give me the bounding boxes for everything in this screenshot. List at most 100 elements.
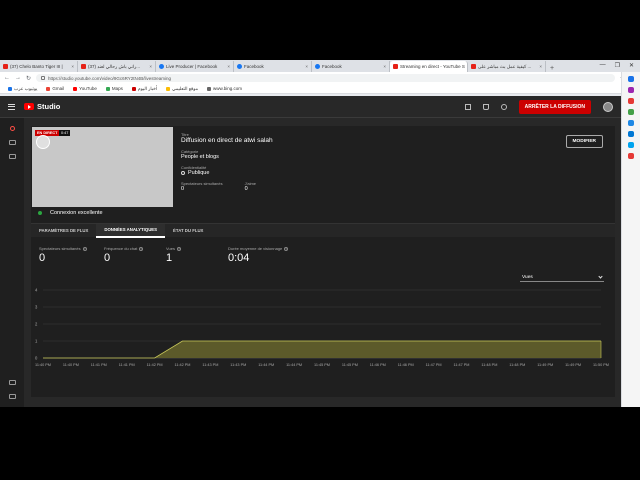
visibility-value: Publique xyxy=(188,170,210,176)
close-icon[interactable]: × xyxy=(149,64,152,69)
bookmark-item[interactable]: يوتيوب عرب xyxy=(8,86,37,92)
close-icon[interactable]: × xyxy=(383,64,386,69)
browser-tab-bar: (37) Chelo Banto Tiger III | × (37) راني ب… xyxy=(0,60,640,72)
bookmark-favicon-icon xyxy=(105,86,110,91)
reload-icon[interactable]: ↻ xyxy=(26,75,31,82)
bookmark-item[interactable]: موقع التعليمي xyxy=(166,86,198,92)
close-window-icon[interactable]: ✕ xyxy=(629,62,634,69)
maximize-icon[interactable]: ❐ xyxy=(615,62,620,69)
metric-label: Spectateurs simultanés xyxy=(39,246,81,251)
studio-top-bar: Studio ARRÊTER LA DIFFUSION xyxy=(0,96,621,118)
exit-icon[interactable] xyxy=(8,380,16,385)
outlook-icon[interactable] xyxy=(628,131,634,137)
bookmark-item[interactable]: YouTube xyxy=(73,86,97,91)
stream-tabs: PARAMÈTRES DE FLUX DONNÉES ANALYTIQUES ÉTA… xyxy=(31,223,615,238)
x-tick-label: 11:47 PM xyxy=(454,363,470,367)
preview-avatar xyxy=(36,135,50,149)
metric-value: 0:04 xyxy=(228,252,250,264)
help-icon[interactable]: ? xyxy=(176,246,181,251)
bookmark-item[interactable]: أخبار اليوم xyxy=(131,85,158,92)
youtube-studio: Studio ARRÊTER LA DIFFUSION EN DIRECT 0:… xyxy=(0,96,621,407)
bookmark-label: YouTube xyxy=(79,86,97,91)
hamburger-menu-icon[interactable] xyxy=(8,103,15,110)
close-icon[interactable]: × xyxy=(71,64,74,69)
stream-tab[interactable]: PARAMÈTRES DE FLUX xyxy=(31,224,96,238)
metric-value: 0 xyxy=(39,252,46,264)
x-tick-label: 11:44 PM xyxy=(286,363,302,367)
back-icon[interactable]: ← xyxy=(4,75,10,81)
metric-value: 0 xyxy=(104,252,111,264)
video-icon[interactable] xyxy=(464,103,471,110)
bookmark-item[interactable]: Maps xyxy=(105,86,123,91)
x-tick-label: 11:40 PM xyxy=(63,363,79,367)
x-tick-label: 11:41 PM xyxy=(91,363,107,367)
close-icon[interactable]: × xyxy=(305,64,308,69)
time-badge: 0:47 xyxy=(59,130,71,136)
browser-tab[interactable]: Streaming en direct - YouTube S× xyxy=(390,61,468,72)
metric-label-row: Fréquence du chat? xyxy=(104,246,166,251)
metric-card: Fréquence du chat? 0 xyxy=(104,246,166,264)
games-icon[interactable] xyxy=(628,109,634,115)
new-tab-button[interactable]: + xyxy=(546,65,558,72)
youtube-logo-icon xyxy=(24,103,34,110)
help-icon[interactable]: ? xyxy=(139,246,144,251)
address-bar: ← → ↻ https://studio.youtube.com/video/9… xyxy=(0,72,640,84)
help-icon[interactable]: ? xyxy=(284,246,289,251)
bookmarks-bar: يوتيوب عرب Gmail YouTube Maps أخبار اليوم موق… xyxy=(0,84,640,94)
browser-tab-label: Facebook xyxy=(322,64,342,69)
browser-tab[interactable]: (37) Chelo Banto Tiger III | × xyxy=(0,61,78,72)
minimize-icon[interactable]: — xyxy=(600,62,606,69)
manage-icon[interactable] xyxy=(8,154,16,159)
stream-tab[interactable]: ÉTAT DU FLUX xyxy=(165,224,211,238)
browser-tab[interactable]: كيفية عمل بث مباشر على ... × xyxy=(468,61,546,72)
x-tick-label: 11:43 PM xyxy=(230,363,246,367)
stream-tab[interactable]: DONNÉES ANALYTIQUES xyxy=(96,223,166,238)
extension-icon[interactable] xyxy=(628,87,634,93)
close-icon[interactable]: × xyxy=(539,64,542,69)
browser-tab[interactable]: Facebook × xyxy=(312,61,390,72)
office-icon[interactable] xyxy=(628,120,634,126)
avatar[interactable] xyxy=(603,101,613,112)
skype-icon[interactable] xyxy=(628,142,634,148)
stream-panel: EN DIRECT 0:47 Titre Diffusion en direct… xyxy=(31,126,615,397)
bookmark-icon[interactable] xyxy=(482,103,489,110)
tools-icon[interactable] xyxy=(628,98,634,104)
url-input[interactable]: https://studio.youtube.com/video/9Gc6RY2… xyxy=(36,74,615,82)
modify-button[interactable]: MODIFIER xyxy=(565,135,603,148)
globe-icon xyxy=(181,171,185,175)
share-icon[interactable] xyxy=(500,103,507,110)
bookmark-label: أخبار اليوم xyxy=(137,85,158,91)
end-stream-button[interactable]: ARRÊTER LA DIFFUSION xyxy=(518,99,591,114)
y-tick-label: 2 xyxy=(35,322,38,327)
youtube-icon[interactable] xyxy=(628,153,634,159)
studio-logo[interactable]: Studio xyxy=(24,102,60,111)
lock-icon xyxy=(41,76,46,80)
bookmark-favicon-icon xyxy=(166,86,171,91)
stream-preview[interactable]: EN DIRECT 0:47 xyxy=(32,127,173,207)
metric-value: 1 xyxy=(166,252,173,264)
live-icon[interactable] xyxy=(9,126,15,131)
likes-value: 0 xyxy=(244,186,248,192)
browser-tab[interactable]: Facebook × xyxy=(234,61,312,72)
camera-icon[interactable] xyxy=(8,140,16,145)
browser-tab[interactable]: (37) راني باش رحالي لعند... × xyxy=(78,61,156,72)
edge-sidebar xyxy=(621,72,640,407)
x-tick-label: 11:42 PM xyxy=(175,363,191,367)
forward-icon[interactable]: → xyxy=(15,75,21,81)
browser-tab[interactable]: Live Producer | Facebook × xyxy=(156,61,234,72)
x-tick-label: 11:43 PM xyxy=(202,363,218,367)
help-icon[interactable]: ? xyxy=(82,246,87,251)
search-icon[interactable] xyxy=(628,76,634,82)
feedback-icon[interactable] xyxy=(8,394,16,399)
bookmark-item[interactable]: Gmail xyxy=(46,86,64,91)
y-tick-label: 4 xyxy=(35,288,38,293)
x-tick-label: 11:41 PM xyxy=(119,363,135,367)
metric-select[interactable]: Vues xyxy=(520,273,604,282)
bookmark-label: www.bing.com xyxy=(213,86,243,91)
connection-status-text: Connexion excellente xyxy=(50,210,103,216)
viewers-label: Spectateurs simultanés xyxy=(181,181,223,186)
viewers-value: 0 xyxy=(181,186,185,192)
bookmark-item[interactable]: www.bing.com xyxy=(207,86,242,91)
close-icon[interactable]: × xyxy=(227,64,230,69)
metric-card: Vues? 1 xyxy=(166,246,228,264)
